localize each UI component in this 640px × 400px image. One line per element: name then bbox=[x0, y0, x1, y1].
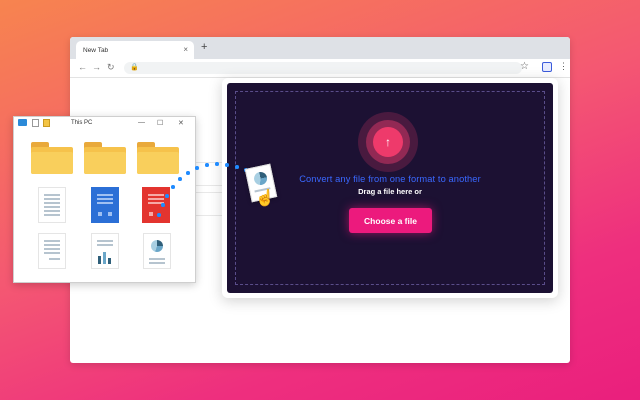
folder-icon[interactable] bbox=[31, 142, 73, 174]
new-folder-icon[interactable] bbox=[43, 119, 50, 127]
explorer-title: This PC bbox=[71, 120, 93, 126]
maximize-button[interactable]: ☐ bbox=[157, 119, 163, 127]
word-document-icon[interactable] bbox=[91, 187, 119, 223]
pdf-document-icon[interactable] bbox=[142, 187, 170, 223]
drag-path-dot bbox=[171, 185, 175, 189]
browser-menu-icon[interactable]: ⋮ bbox=[559, 61, 568, 72]
lock-icon: 🔒 bbox=[130, 64, 139, 71]
drag-path-dot bbox=[157, 213, 161, 217]
tab-new-tab[interactable]: New Tab × bbox=[76, 41, 194, 59]
explorer-titlebar: This PC — ☐ ✕ bbox=[14, 117, 195, 131]
drag-path-dot bbox=[195, 166, 199, 170]
drag-path-dot bbox=[225, 163, 229, 167]
properties-icon[interactable] bbox=[32, 119, 39, 127]
drag-path-dot bbox=[235, 165, 239, 169]
pie-chart-document-icon[interactable] bbox=[143, 233, 171, 269]
text-document-icon[interactable] bbox=[38, 187, 66, 223]
bookmark-star-icon[interactable]: ☆ bbox=[520, 61, 529, 72]
hand-cursor-icon: ☝ bbox=[255, 190, 275, 207]
pc-icon bbox=[18, 119, 27, 126]
close-button[interactable]: ✕ bbox=[178, 119, 184, 127]
browser-toolbar: ← → ↻ 🔒 ☆ ⋮ bbox=[70, 59, 570, 78]
tab-strip: New Tab × + bbox=[70, 37, 570, 59]
drag-path-dot bbox=[215, 162, 219, 166]
tab-title: New Tab bbox=[83, 46, 109, 54]
drag-path-dot bbox=[165, 194, 169, 198]
extension-icon[interactable] bbox=[542, 62, 552, 72]
address-bar[interactable]: 🔒 bbox=[124, 62, 522, 74]
reload-icon[interactable]: ↻ bbox=[107, 62, 115, 73]
text-document-icon[interactable] bbox=[38, 233, 66, 269]
drag-path-dot bbox=[178, 177, 182, 181]
upload-circle[interactable]: ↑ bbox=[373, 127, 403, 157]
drag-path-dot bbox=[186, 171, 190, 175]
new-tab-button[interactable]: + bbox=[201, 41, 207, 53]
choose-file-button[interactable]: Choose a file bbox=[349, 208, 432, 233]
file-explorer-window: This PC — ☐ ✕ bbox=[13, 116, 196, 283]
folder-icon[interactable] bbox=[84, 142, 126, 174]
back-icon[interactable]: ← bbox=[78, 62, 87, 72]
minimize-button[interactable]: — bbox=[138, 119, 145, 126]
drag-path-dot bbox=[161, 203, 165, 207]
upload-arrow-icon: ↑ bbox=[385, 135, 391, 149]
tab-close-icon[interactable]: × bbox=[183, 45, 188, 54]
chart-document-icon[interactable] bbox=[91, 233, 119, 269]
folder-icon[interactable] bbox=[137, 142, 179, 174]
drag-path-dot bbox=[205, 163, 209, 167]
forward-icon[interactable]: → bbox=[92, 62, 101, 72]
